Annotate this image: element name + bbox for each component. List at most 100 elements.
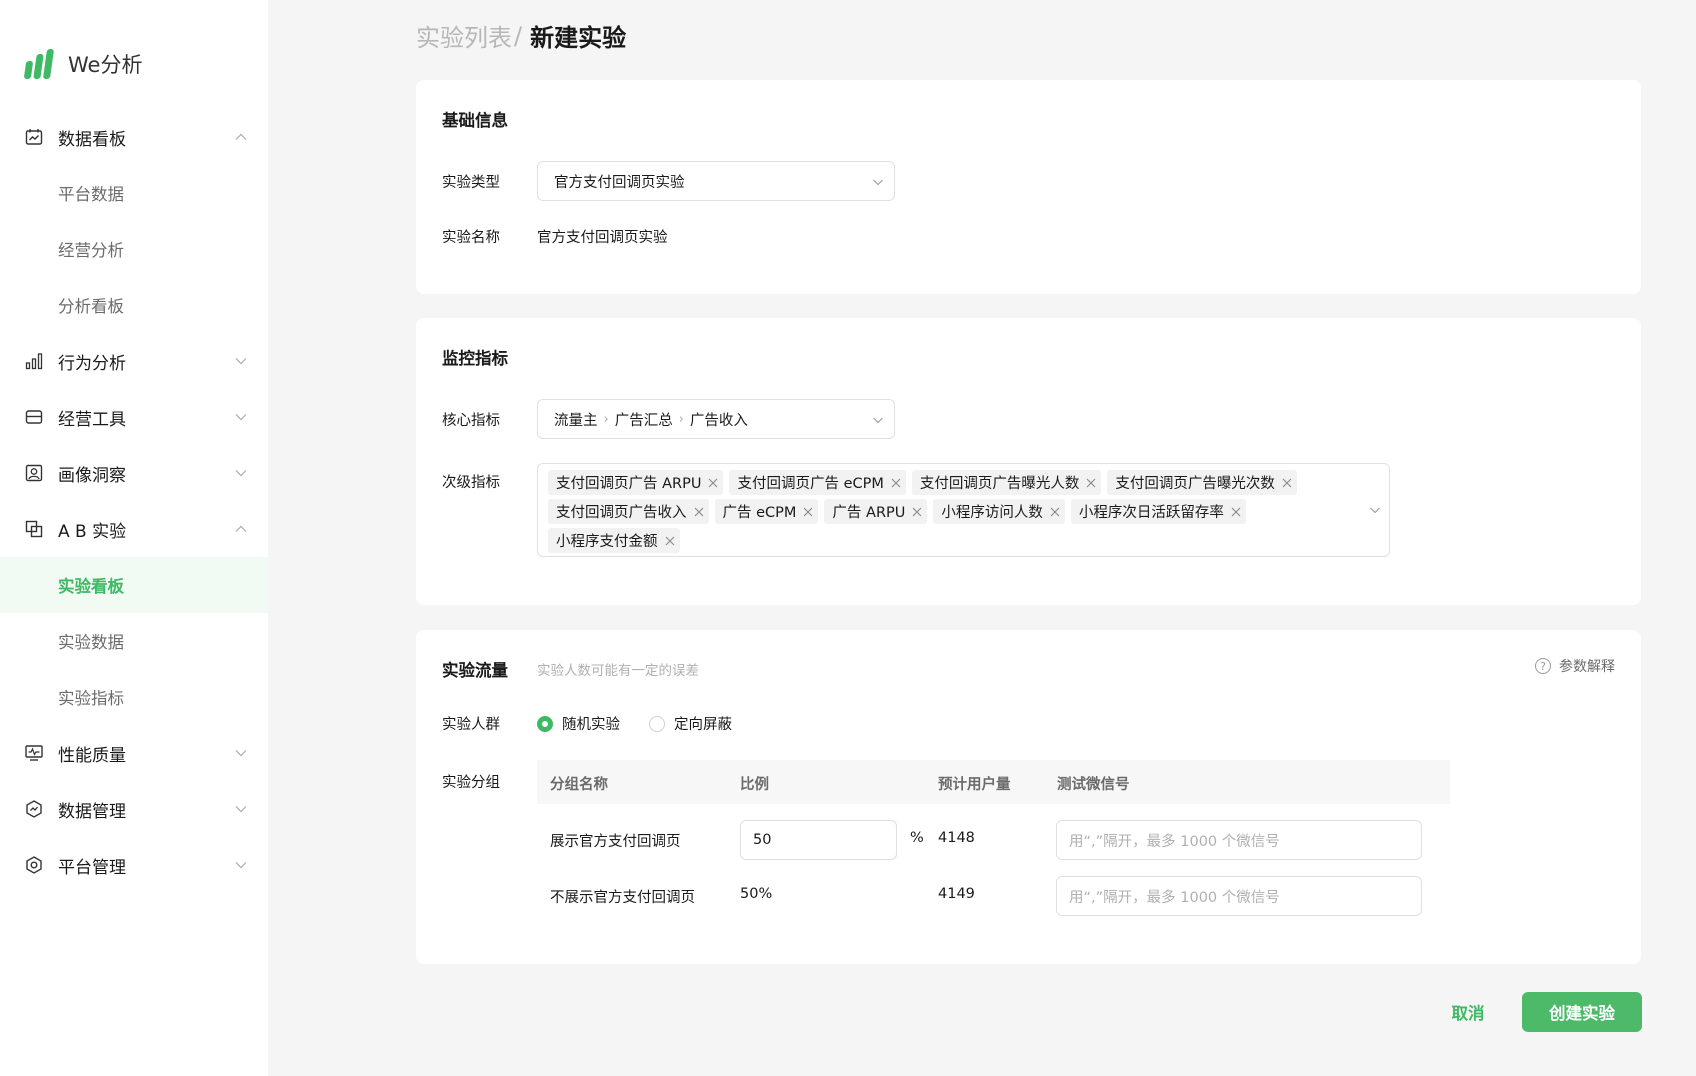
metric-tag: 广告 ARPU xyxy=(824,499,928,524)
column-header: 预计用户量 xyxy=(938,777,1011,793)
tag-label: 支付回调页广告收入 xyxy=(556,505,687,521)
secondary-metric-label: 次级指标 xyxy=(442,475,500,491)
experiment-type-select[interactable]: 官方支付回调页实验 xyxy=(537,161,895,201)
section-title: 基础信息 xyxy=(442,111,508,130)
tag-label: 广告 ARPU xyxy=(832,505,906,521)
bar-chart-icon xyxy=(24,351,44,371)
calendar-chart-icon xyxy=(24,127,44,147)
metric-tag: 支付回调页广告收入 xyxy=(548,499,709,524)
sidebar-group-label: 平台管理 xyxy=(58,857,126,878)
sidebar-group-label: 数据看板 xyxy=(58,129,126,150)
sidebar-item-experiment-data[interactable]: 实验数据 xyxy=(0,613,268,669)
close-icon[interactable] xyxy=(1281,477,1293,489)
close-icon[interactable] xyxy=(911,506,923,518)
sidebar-group-portrait[interactable]: 画像洞察 xyxy=(0,445,268,501)
portrait-icon xyxy=(24,463,44,483)
ratio-input[interactable]: 50 xyxy=(740,820,897,860)
group-label: 实验分组 xyxy=(442,775,500,791)
chevron-down-icon xyxy=(235,806,247,813)
tag-label: 支付回调页广告 ARPU xyxy=(556,476,702,492)
basic-info-card: 基础信息 实验类型 官方支付回调页实验 实验名称 官方支付回调页实验 xyxy=(416,80,1641,294)
chevron-down-icon xyxy=(1370,507,1380,514)
sidebar-group-business-tools[interactable]: 经营工具 xyxy=(0,389,268,445)
sidebar-item-analysis-board[interactable]: 分析看板 xyxy=(0,277,268,333)
chevron-up-icon xyxy=(235,525,247,532)
group-name: 不展示官方支付回调页 xyxy=(550,890,695,906)
core-metric-level-2: 广告汇总 xyxy=(614,412,673,429)
radio-random-experiment[interactable]: 随机实验 xyxy=(537,713,620,734)
close-icon[interactable] xyxy=(802,506,814,518)
breadcrumb-parent-link[interactable]: 实验列表 xyxy=(416,18,512,53)
tag-label: 支付回调页广告曝光次数 xyxy=(1115,476,1275,492)
sidebar-item-platform-data[interactable]: 平台数据 xyxy=(0,165,268,221)
page-title: 新建实验 xyxy=(530,24,627,52)
sidebar-group-data-manage[interactable]: 数据管理 xyxy=(0,781,268,837)
radio-label: 随机实验 xyxy=(562,717,620,733)
sidebar-item-experiment-metrics[interactable]: 实验指标 xyxy=(0,669,268,725)
experiment-name-label: 实验名称 xyxy=(442,230,500,246)
sidebar-group-dashboard[interactable]: 数据看板 xyxy=(0,109,268,165)
input-placeholder: 用“,”隔开，最多 1000 个微信号 xyxy=(1069,833,1280,850)
breadcrumb-separator: / xyxy=(514,21,523,50)
close-icon[interactable] xyxy=(1049,506,1061,518)
store-icon xyxy=(24,407,44,427)
chevron-down-icon xyxy=(235,750,247,757)
tag-label: 支付回调页广告曝光人数 xyxy=(919,476,1080,492)
core-metric-level-1: 流量主 xyxy=(554,412,598,429)
chevron-right-icon: › xyxy=(678,411,684,427)
radio-label: 定向屏蔽 xyxy=(674,717,732,733)
close-icon[interactable] xyxy=(1085,477,1097,489)
close-icon[interactable] xyxy=(1230,506,1242,518)
metric-tag: 小程序次日活跃留存率 xyxy=(1070,499,1246,524)
crowd-label: 实验人群 xyxy=(442,717,500,733)
column-header: 分组名称 xyxy=(550,777,608,793)
app-name: We分析 xyxy=(68,53,143,77)
sidebar-group-ab-test[interactable]: A B 实验 xyxy=(0,501,268,557)
close-icon[interactable] xyxy=(664,535,676,547)
experiment-name-value: 官方支付回调页实验 xyxy=(537,230,668,246)
core-metric-level-3: 广告收入 xyxy=(689,412,748,429)
sidebar-group-platform-manage[interactable]: 平台管理 xyxy=(0,837,268,893)
wechat-id-input[interactable]: 用“,”隔开，最多 1000 个微信号 xyxy=(1056,820,1422,860)
ratio-input-value: 50 xyxy=(753,832,772,848)
radio-checked-icon xyxy=(537,715,553,732)
metric-tag: 广告 eCPM xyxy=(714,499,819,524)
radio-unchecked-icon xyxy=(649,715,665,732)
ratio-unit: % xyxy=(910,830,924,846)
tag-label: 支付回调页广告 eCPM xyxy=(737,476,884,492)
cancel-button[interactable]: 取消 xyxy=(1444,992,1492,1032)
metric-tag: 支付回调页广告曝光人数 xyxy=(911,470,1102,495)
close-icon[interactable] xyxy=(707,477,719,489)
create-experiment-button[interactable]: 创建实验 xyxy=(1522,992,1642,1032)
ab-test-icon xyxy=(24,519,44,539)
breadcrumb: 实验列表 / 新建实验 xyxy=(416,18,626,53)
close-icon[interactable] xyxy=(890,477,902,489)
logo-icon xyxy=(23,49,55,79)
input-placeholder: 用“,”隔开，最多 1000 个微信号 xyxy=(1069,889,1280,906)
sidebar-item-business-analysis[interactable]: 经营分析 xyxy=(0,221,268,277)
tag-label: 小程序次日活跃留存率 xyxy=(1078,505,1224,521)
tag-label: 小程序支付金额 xyxy=(556,534,658,550)
tag-row: 支付回调页广告 ARPU 支付回调页广告 eCPM 支付回调页广告曝光人数 支付… xyxy=(548,469,1349,496)
secondary-metric-multiselect[interactable]: 支付回调页广告 ARPU 支付回调页广告 eCPM 支付回调页广告曝光人数 支付… xyxy=(537,463,1390,557)
data-manage-icon xyxy=(24,799,44,819)
sidebar-group-label: 经营工具 xyxy=(58,409,126,430)
tag-row: 小程序支付金额 xyxy=(548,527,1349,554)
sidebar-group-label: 画像洞察 xyxy=(58,465,126,486)
sidebar-group-behavior[interactable]: 行为分析 xyxy=(0,333,268,389)
column-header: 比例 xyxy=(740,777,769,793)
core-metric-cascader[interactable]: 流量主 › 广告汇总 › 广告收入 xyxy=(537,399,895,439)
sidebar: We分析 数据看板 平台数据 经营分析 分析看板 行为分析 经营工具 画像洞察 … xyxy=(0,0,268,1076)
sidebar-group-performance[interactable]: 性能质量 xyxy=(0,725,268,781)
column-header: 测试微信号 xyxy=(1057,777,1130,793)
traffic-card: 实验流量 实验人数可能有一定的误差 ? 参数解释 实验人群 随机实验 定向屏蔽 … xyxy=(416,630,1641,964)
wechat-id-input[interactable]: 用“,”隔开，最多 1000 个微信号 xyxy=(1056,876,1422,916)
section-title: 实验流量 xyxy=(442,661,508,680)
sidebar-group-label: 性能质量 xyxy=(58,745,126,766)
app-logo[interactable]: We分析 xyxy=(23,49,143,79)
close-icon[interactable] xyxy=(693,506,705,518)
tag-row: 支付回调页广告收入 广告 eCPM 广告 ARPU 小程序访问人数 小程序次日活… xyxy=(548,498,1349,525)
sidebar-item-experiment-board[interactable]: 实验看板 xyxy=(0,557,268,613)
param-help-link[interactable]: ? 参数解释 xyxy=(1535,656,1615,676)
radio-targeted-block[interactable]: 定向屏蔽 xyxy=(649,713,732,734)
